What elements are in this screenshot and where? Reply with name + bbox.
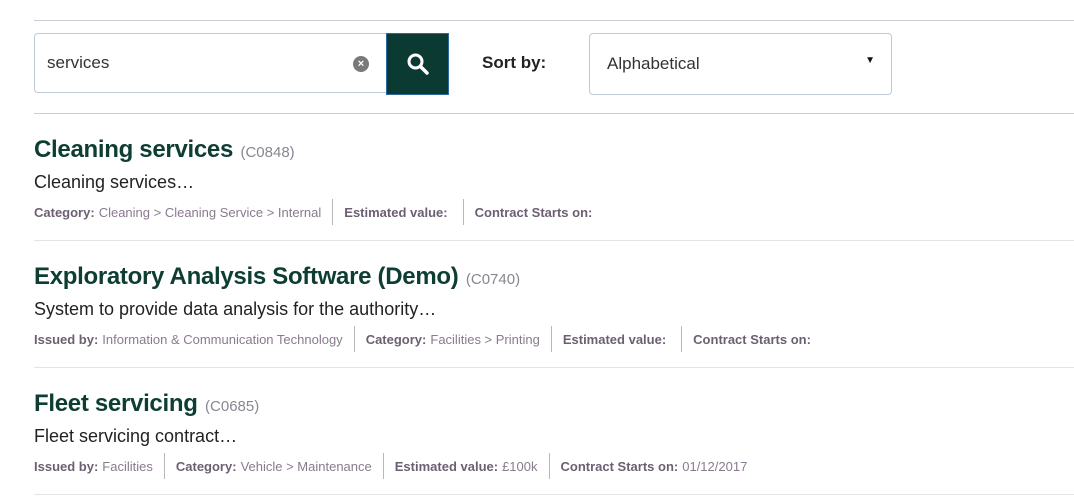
meta-key: Contract Starts on: (560, 458, 679, 474)
meta-value: Information & Communication Technology (102, 331, 343, 347)
result-meta: Issued by: Facilities Category: Vehicle … (34, 453, 1074, 479)
result-description: Fleet servicing contract… (34, 426, 238, 446)
meta-issued-by: Issued by: Facilities (34, 453, 164, 479)
result-divider (34, 494, 1074, 495)
result-divider (34, 367, 1074, 368)
result-title-link[interactable]: Cleaning services (34, 136, 233, 163)
sort-selected-value: Alphabetical (607, 54, 700, 73)
top-divider (34, 20, 1074, 21)
meta-value: Cleaning > Cleaning Service > Internal (98, 204, 322, 220)
meta-value: Facilities (102, 458, 153, 474)
sort-select[interactable]: Alphabetical ▼ (589, 33, 892, 95)
result-title-line: Exploratory Analysis Software (Demo) (C0… (34, 263, 1074, 294)
result-title-line: Cleaning services (C0848) (34, 136, 1074, 167)
result-divider (34, 240, 1074, 241)
search-input[interactable] (47, 34, 337, 92)
meta-issued-by: Issued by: Information & Communication T… (34, 326, 354, 352)
result-item: Fleet servicing (C0685) Fleet servicing … (34, 390, 1074, 479)
result-title-line: Fleet servicing (C0685) (34, 390, 1074, 421)
meta-estimated-value: Estimated value: (332, 199, 462, 225)
caret-down-icon: ▼ (865, 55, 875, 66)
meta-key: Estimated value: (562, 331, 667, 347)
result-code: (C0740) (465, 271, 521, 288)
meta-contract-start: Contract Starts on: 01/12/2017 (548, 453, 759, 479)
search-box: × (34, 33, 386, 93)
result-title-link[interactable]: Fleet servicing (34, 390, 198, 417)
meta-key: Issued by: (34, 458, 99, 474)
meta-estimated-value: Estimated value: (550, 326, 681, 352)
result-title-link[interactable]: Exploratory Analysis Software (Demo) (34, 263, 459, 290)
clear-search-icon[interactable]: × (353, 56, 369, 72)
meta-key: Category: (34, 204, 95, 220)
meta-contract-start: Contract Starts on: (462, 199, 608, 225)
meta-key: Issued by: (34, 331, 99, 347)
meta-category: Category: Facilities > Printing (353, 326, 551, 352)
search-results-page: × Sort by: Alphabetical ▼ Cleaning servi… (0, 0, 1074, 504)
search-toolbar: × Sort by: Alphabetical ▼ (34, 33, 1074, 97)
sort-by-label: Sort by: (482, 53, 547, 72)
result-code: (C0848) (240, 144, 295, 161)
result-item: Cleaning services (C0848) Cleaning servi… (34, 136, 1074, 225)
result-code: (C0685) (205, 398, 260, 415)
meta-key: Estimated value: (344, 204, 448, 220)
meta-value: £100k (502, 458, 538, 474)
result-meta: Category: Cleaning > Cleaning Service > … (34, 199, 1074, 225)
meta-contract-start: Contract Starts on: (681, 326, 826, 352)
search-icon (407, 53, 429, 75)
result-description: System to provide data analysis for the … (34, 299, 437, 319)
result-description: Cleaning services… (34, 172, 195, 192)
meta-key: Estimated value: (394, 458, 499, 474)
meta-key: Category: (365, 331, 427, 347)
toolbar-divider (34, 113, 1074, 114)
meta-estimated-value: Estimated value: £100k (382, 453, 549, 479)
meta-key: Contract Starts on: (693, 331, 811, 347)
meta-value: 01/12/2017 (682, 458, 748, 474)
result-meta: Issued by: Information & Communication T… (34, 326, 1074, 352)
meta-category: Category: Cleaning > Cleaning Service > … (34, 199, 332, 225)
meta-key: Category: (175, 458, 237, 474)
search-button[interactable] (386, 33, 449, 95)
meta-value: Facilities > Printing (430, 331, 540, 347)
meta-category: Category: Vehicle > Maintenance (163, 453, 383, 479)
meta-key: Contract Starts on: (474, 204, 593, 220)
result-item: Exploratory Analysis Software (Demo) (C0… (34, 263, 1074, 352)
meta-value: Vehicle > Maintenance (240, 458, 372, 474)
